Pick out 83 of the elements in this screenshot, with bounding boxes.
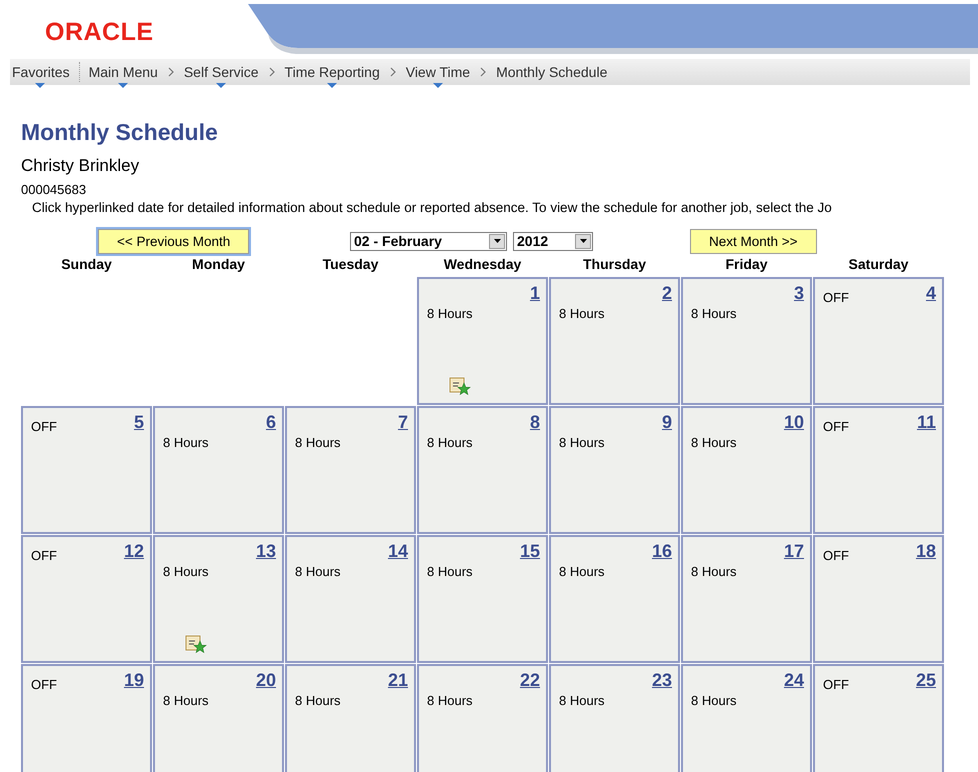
- date-link[interactable]: 25: [916, 670, 936, 691]
- schedule-text: OFF: [823, 290, 849, 305]
- schedule-text: 8 Hours: [427, 693, 474, 708]
- dropdown[interactable]: 2012: [513, 232, 593, 250]
- caret-icon[interactable]: [216, 83, 226, 88]
- weekday-header: Saturday: [848, 255, 910, 274]
- schedule-text: 8 Hours: [163, 693, 210, 708]
- schedule-text: 8 Hours: [163, 435, 210, 450]
- date-link[interactable]: 11: [916, 412, 936, 433]
- date-link[interactable]: 23: [652, 670, 672, 691]
- schedule-text: 8 Hours: [559, 306, 606, 321]
- date-link[interactable]: 12: [124, 541, 144, 562]
- weekday-header: Tuesday: [322, 255, 380, 274]
- dropdown[interactable]: 02 - February: [350, 232, 507, 250]
- date-link[interactable]: 1: [530, 283, 540, 304]
- date-link[interactable]: 14: [388, 541, 408, 562]
- schedule-text: 8 Hours: [295, 693, 342, 708]
- schedule-text: 8 Hours: [427, 306, 474, 321]
- date-link[interactable]: 10: [784, 412, 804, 433]
- caret-icon[interactable]: [327, 83, 338, 88]
- chevron-icon: [166, 67, 175, 77]
- date-link[interactable]: 5: [134, 412, 144, 433]
- caret-icon: [580, 239, 586, 243]
- chevron-icon: [479, 67, 488, 77]
- caret-icon[interactable]: [118, 83, 128, 88]
- employee-name: Christy Brinkley: [21, 156, 140, 176]
- weekday-header: Sunday: [60, 255, 113, 274]
- schedule-text: 8 Hours: [559, 435, 606, 450]
- schedule-text: OFF: [31, 419, 57, 434]
- date-link[interactable]: 9: [662, 412, 672, 433]
- weekday-header: Monday: [191, 255, 246, 274]
- date-link[interactable]: 15: [520, 541, 540, 562]
- date-link[interactable]: 2: [662, 283, 672, 304]
- schedule-text: OFF: [823, 548, 849, 563]
- date-link[interactable]: 20: [256, 670, 276, 691]
- date-link[interactable]: 24: [784, 670, 804, 691]
- breadcrumb-link[interactable]: View Time: [406, 63, 470, 81]
- chevron-icon: [268, 67, 276, 77]
- date-link[interactable]: 3: [794, 283, 804, 304]
- schedule-text: OFF: [31, 548, 57, 563]
- instructions-text: Click hyperlinked date for detailed information about schedule or reported absence. To view the schedule for another job, select the Jo: [32, 200, 833, 215]
- schedule-text: 8 Hours: [163, 564, 210, 579]
- date-link[interactable]: 21: [388, 670, 408, 691]
- schedule-text: 8 Hours: [691, 693, 738, 708]
- employee-id: 000045683: [21, 182, 88, 197]
- date-link[interactable]: 17: [784, 541, 804, 562]
- schedule-text: OFF: [823, 677, 849, 692]
- breadcrumb-link[interactable]: Main Menu: [88, 63, 158, 81]
- breadcrumb-link[interactable]: Favorites: [12, 63, 70, 81]
- schedule-text: 8 Hours: [427, 435, 474, 450]
- date-link[interactable]: 16: [652, 541, 672, 562]
- date-link[interactable]: 8: [530, 412, 540, 433]
- weekday-header: Thursday: [582, 255, 647, 274]
- previous-month-button[interactable]: << Previous Month: [98, 228, 250, 254]
- page-title: Monthly Schedule: [21, 119, 219, 146]
- schedule-text: 8 Hours: [295, 564, 342, 579]
- schedule-text: 8 Hours: [559, 693, 606, 708]
- breadcrumb-link[interactable]: Monthly Schedule: [496, 63, 608, 81]
- logo: ORACLE: [45, 18, 154, 47]
- weekday-header: Friday: [724, 255, 768, 274]
- schedule-text: 8 Hours: [691, 435, 738, 450]
- next-month-button[interactable]: Next Month >>: [690, 228, 817, 254]
- schedule-text: 8 Hours: [559, 564, 606, 579]
- breadcrumb-link[interactable]: Self Service: [184, 63, 259, 81]
- caret-icon[interactable]: [432, 83, 443, 88]
- date-link[interactable]: 7: [398, 412, 408, 433]
- date-link[interactable]: 19: [124, 670, 144, 691]
- date-link[interactable]: 4: [926, 283, 936, 304]
- date-link[interactable]: 22: [520, 670, 540, 691]
- weekday-header: Wednesday: [442, 255, 522, 274]
- schedule-text: 8 Hours: [427, 564, 474, 579]
- schedule-text: 8 Hours: [691, 306, 738, 321]
- schedule-text: OFF: [823, 419, 849, 434]
- schedule-text: 8 Hours: [691, 564, 738, 579]
- date-link[interactable]: 18: [916, 541, 936, 562]
- schedule-text: 8 Hours: [295, 435, 342, 450]
- breadcrumb-link[interactable]: Time Reporting: [284, 63, 380, 81]
- chevron-icon: [388, 67, 397, 77]
- date-link[interactable]: 13: [256, 541, 276, 562]
- date-link[interactable]: 6: [266, 412, 276, 433]
- caret-icon[interactable]: [35, 83, 46, 88]
- schedule-text: OFF: [31, 677, 57, 692]
- caret-icon: [494, 239, 500, 243]
